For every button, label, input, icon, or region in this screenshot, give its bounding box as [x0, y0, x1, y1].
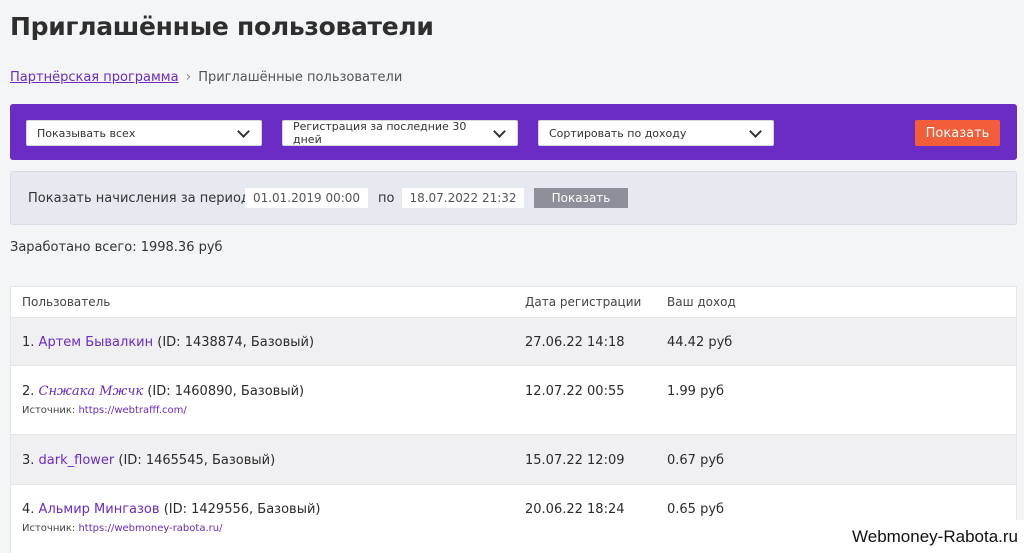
- reg-date: 12.07.22 00:55: [525, 384, 625, 399]
- source-line: Источник: https://webmoney-rabota.ru/: [22, 523, 222, 534]
- user-details: (ID: 1438874, Базовый): [157, 335, 315, 350]
- table-row: 2. Снжака Мжчк (ID: 1460890, Базовый) Ис…: [11, 365, 1016, 434]
- page-title: Приглашённые пользователи: [10, 12, 434, 41]
- row-number: 1.: [22, 335, 35, 350]
- breadcrumb: Партнёрская программа › Приглашённые пол…: [10, 69, 402, 85]
- show-filter-value: Показывать всех: [37, 126, 136, 140]
- user-cell: 2. Снжака Мжчк (ID: 1460890, Базовый): [22, 384, 304, 399]
- reg-date: 27.06.22 14:18: [525, 335, 625, 350]
- period-to-input[interactable]: [402, 188, 524, 208]
- table-row: 1. Артем Бывалкин (ID: 1438874, Базовый)…: [11, 317, 1016, 365]
- source-link[interactable]: https://webtrafff.com/: [78, 405, 186, 416]
- reg-date: 15.07.22 12:09: [525, 453, 625, 468]
- show-button[interactable]: Показать: [915, 120, 1000, 146]
- breadcrumb-separator: ›: [185, 69, 192, 85]
- sort-value: Сортировать по доходу: [549, 126, 687, 140]
- breadcrumb-link-partner-program[interactable]: Партнёрская программа: [10, 70, 179, 85]
- sort-select[interactable]: Сортировать по доходу: [538, 120, 774, 146]
- user-link[interactable]: Снжака Мжчк: [39, 384, 144, 399]
- show-filter-select[interactable]: Показывать всех: [26, 120, 262, 146]
- income: 44.42 руб: [667, 335, 733, 350]
- period-label: Показать начисления за период с: [28, 191, 262, 206]
- row-number: 4.: [22, 502, 35, 517]
- user-cell: 1. Артем Бывалкин (ID: 1438874, Базовый): [22, 335, 314, 350]
- source-label: Источник:: [22, 523, 76, 534]
- registration-period-select[interactable]: Регистрация за последние 30 дней: [282, 120, 518, 146]
- filter-bar: Показывать всех Регистрация за последние…: [10, 104, 1017, 160]
- referrals-table: Пользователь Дата регистрации Ваш доход …: [10, 286, 1017, 553]
- source-line: Источник: https://webtrafff.com/: [22, 405, 187, 416]
- income: 0.65 руб: [667, 502, 725, 517]
- period-bar: Показать начисления за период с по Показ…: [10, 171, 1017, 225]
- header-user: Пользователь: [22, 295, 111, 309]
- table-header: Пользователь Дата регистрации Ваш доход: [11, 287, 1016, 317]
- source-label: Источник:: [22, 405, 76, 416]
- user-details: (ID: 1429556, Базовый): [163, 502, 321, 517]
- registration-period-value: Регистрация за последние 30 дней: [293, 120, 467, 146]
- user-cell: 3. dark_flower (ID: 1465545, Базовый): [22, 453, 275, 468]
- source-link[interactable]: https://webmoney-rabota.ru/: [78, 523, 222, 534]
- row-number: 3.: [22, 453, 35, 468]
- user-details: (ID: 1465545, Базовый): [118, 453, 276, 468]
- table-row: 3. dark_flower (ID: 1465545, Базовый) 15…: [11, 434, 1016, 484]
- period-to-label: по: [378, 191, 395, 206]
- period-from-input[interactable]: [245, 188, 368, 208]
- watermark: Webmoney-Rabota.ru: [846, 520, 1024, 553]
- row-number: 2.: [22, 384, 35, 399]
- income: 0.67 руб: [667, 453, 725, 468]
- total-earned: Заработано всего: 1998.36 руб: [10, 240, 223, 255]
- chevron-down-icon: [237, 124, 250, 138]
- period-show-button[interactable]: Показать: [534, 188, 628, 208]
- user-link[interactable]: dark_flower: [39, 453, 115, 468]
- reg-date: 20.06.22 18:24: [525, 502, 625, 517]
- breadcrumb-current: Приглашённые пользователи: [198, 69, 403, 85]
- user-link[interactable]: Альмир Мингазов: [39, 502, 160, 517]
- user-link[interactable]: Артем Бывалкин: [39, 335, 154, 350]
- header-income: Ваш доход: [667, 295, 736, 309]
- income: 1.99 руб: [667, 384, 725, 399]
- user-details: (ID: 1460890, Базовый): [147, 384, 305, 399]
- chevron-down-icon: [749, 124, 762, 138]
- header-reg-date: Дата регистрации: [525, 295, 642, 309]
- chevron-down-icon: [493, 124, 506, 138]
- user-cell: 4. Альмир Мингазов (ID: 1429556, Базовый…: [22, 502, 320, 517]
